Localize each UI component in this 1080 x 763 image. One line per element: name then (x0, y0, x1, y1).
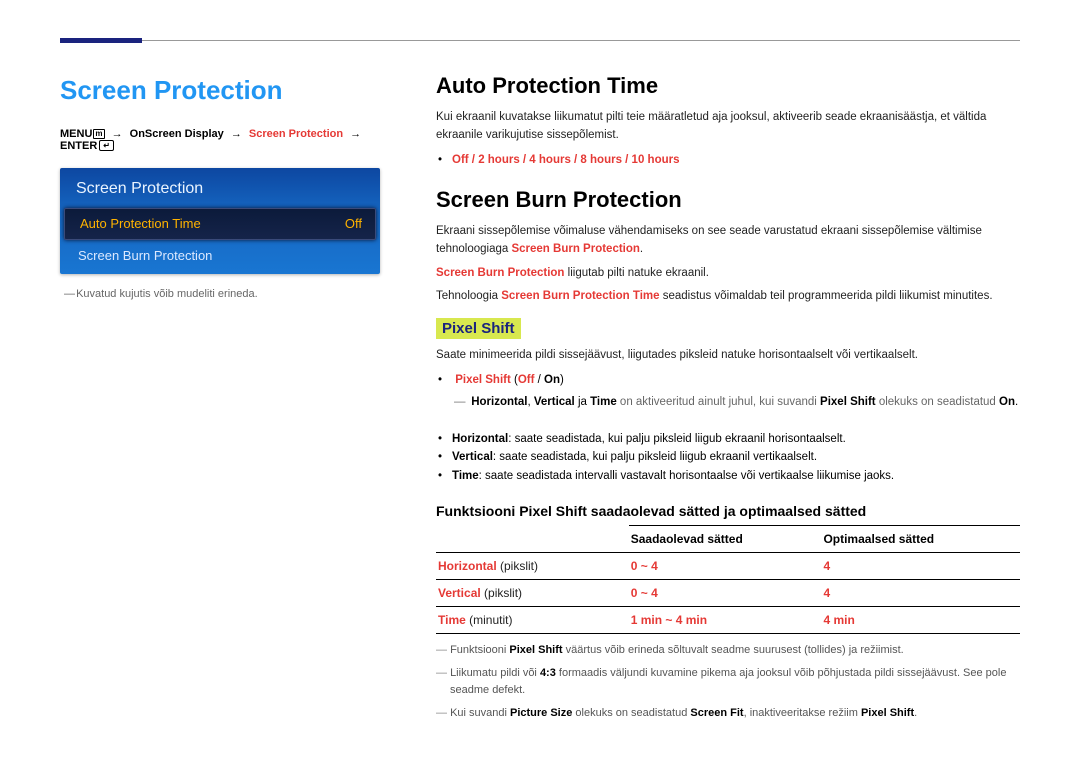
auto-protection-heading: Auto Protection Time (436, 73, 1020, 99)
screen-burn-p3: Tehnoloogia Screen Burn Protection Time … (436, 288, 1020, 306)
screen-burn-p2: Screen Burn Protection liigutab pilti na… (436, 265, 1020, 283)
breadcrumb-menu: MENU (60, 128, 92, 140)
right-column: Auto Protection Time Kui ekraanil kuvata… (436, 75, 1020, 728)
pixel-shift-toggle-line: Pixel Shift (Off / On) Horizontal, Verti… (452, 371, 1020, 412)
image-disclaimer: Kuvatud kujutis võib mudeliti erineda. (64, 288, 380, 300)
col-available: Saadaolevad sätted (629, 526, 822, 553)
osd-menu-panel: Screen Protection Auto Protection Time O… (60, 168, 380, 274)
pixel-shift-intro: Saate minimeerida pildi sissejäävust, li… (436, 347, 1020, 365)
pixel-shift-horizontal-line: Horizontal: saate seadistada, kui palju … (452, 430, 1020, 448)
auto-protection-desc: Kui ekraanil kuvatakse liikumatut pilti … (436, 109, 1020, 145)
pixel-shift-table-title: Funktsiooni Pixel Shift saadaolevad sätt… (436, 503, 1020, 519)
auto-protection-values: Off / 2 hours / 4 hours / 8 hours / 10 h… (452, 154, 679, 166)
breadcrumb-enter: ENTER (60, 140, 97, 152)
osd-row-value: Off (345, 216, 362, 231)
two-column-layout: Screen Protection MENUm → OnScreen Displ… (60, 75, 1020, 728)
footnote-1: Funktsiooni Pixel Shift väärtus võib eri… (436, 642, 1020, 659)
pixel-shift-subnote: Horizontal, Vertical ja Time on aktiveer… (452, 393, 1020, 411)
col-optimal: Optimaalsed sätted (821, 526, 1020, 553)
osd-row-label: Auto Protection Time (80, 216, 201, 231)
osd-row-screen-burn[interactable]: Screen Burn Protection (62, 240, 378, 272)
breadcrumb-arrow-1: → (112, 128, 123, 140)
breadcrumb-p1: OnScreen Display (130, 128, 224, 140)
osd-menu-title: Screen Protection (62, 178, 378, 208)
header-accent (60, 38, 142, 43)
page-title: Screen Protection (60, 75, 380, 106)
screen-burn-p1: Ekraani sissepõlemise võimaluse vähendam… (436, 223, 1020, 259)
pixel-shift-heading: Pixel Shift (436, 318, 521, 339)
pixel-shift-footnotes: Funktsiooni Pixel Shift väärtus võib eri… (436, 642, 1020, 722)
osd-row-auto-protection[interactable]: Auto Protection Time Off (64, 208, 376, 240)
pixel-shift-list: Pixel Shift (Off / On) Horizontal, Verti… (436, 371, 1020, 485)
enter-icon: ↵ (99, 140, 114, 151)
osd-row-label: Screen Burn Protection (78, 248, 212, 263)
page: Screen Protection MENUm → OnScreen Displ… (0, 0, 1080, 763)
breadcrumb-arrow-2: → (231, 128, 242, 140)
pixel-shift-settings-table: Saadaolevad sätted Optimaalsed sätted Ho… (436, 525, 1020, 634)
auto-protection-options: Off / 2 hours / 4 hours / 8 hours / 10 h… (436, 151, 1020, 169)
footnote-2: Liikumatu pildi või 4:3 formaadis väljun… (436, 665, 1020, 699)
breadcrumb: MENUm → OnScreen Display → Screen Protec… (60, 128, 380, 152)
menu-icon: m (93, 129, 104, 139)
pixel-shift-time-line: Time: saate seadistada intervalli vastav… (452, 467, 1020, 485)
table-row: Horizontal (pikslit) 0 ~ 4 4 (436, 553, 1020, 580)
breadcrumb-arrow-3: → (350, 128, 361, 140)
table-row: Time (minutit) 1 min ~ 4 min 4 min (436, 607, 1020, 634)
screen-burn-heading: Screen Burn Protection (436, 187, 1020, 213)
breadcrumb-p2: Screen Protection (249, 128, 343, 140)
footnote-3: Kui suvandi Picture Size olekuks on sead… (436, 705, 1020, 722)
left-column: Screen Protection MENUm → OnScreen Displ… (60, 75, 380, 728)
table-row: Vertical (pikslit) 0 ~ 4 4 (436, 580, 1020, 607)
header-rule (60, 40, 1020, 41)
pixel-shift-vertical-line: Vertical: saate seadistada, kui palju pi… (452, 448, 1020, 466)
